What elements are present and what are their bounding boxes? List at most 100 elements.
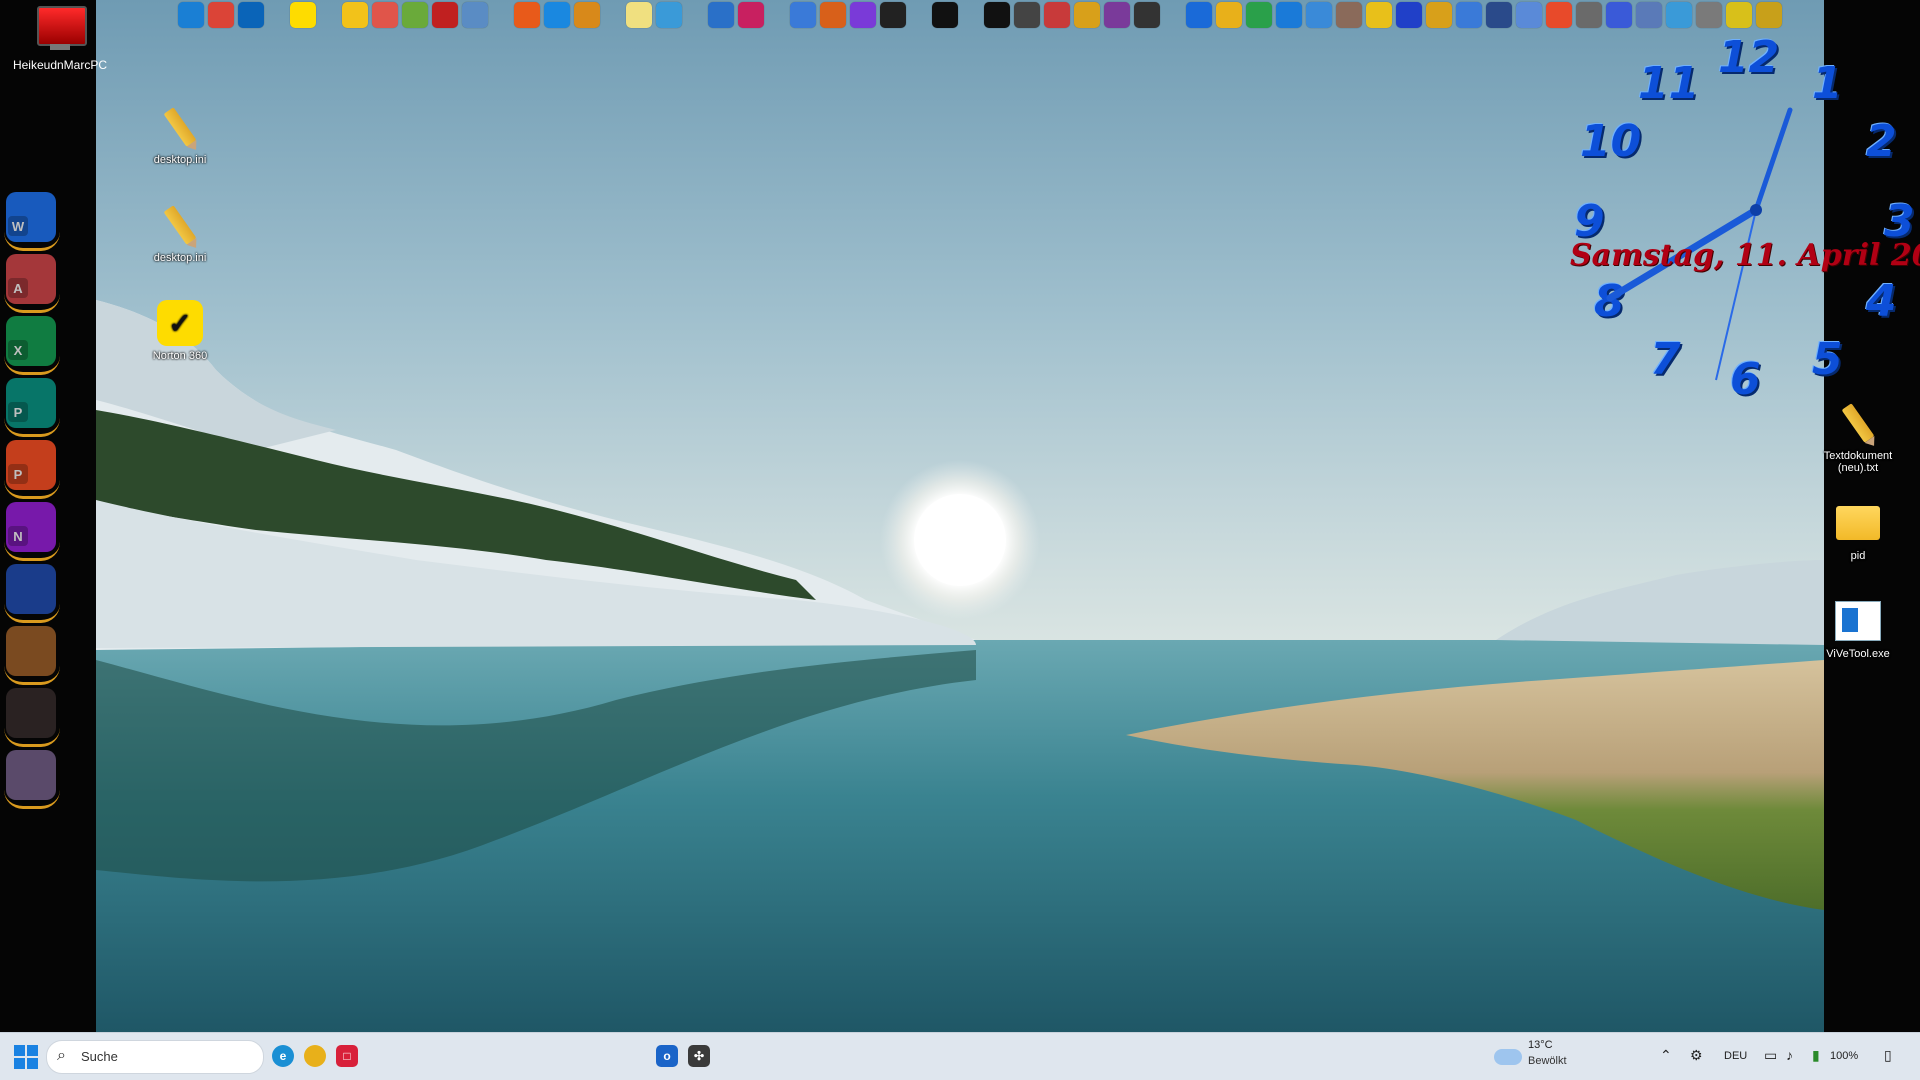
launcher-app-icon-9-3[interactable] bbox=[1276, 2, 1302, 28]
toolbar-group-gap bbox=[684, 2, 706, 32]
app-red-icon[interactable]: □ bbox=[336, 1045, 358, 1067]
launcher-app-icon-9-11[interactable] bbox=[1516, 2, 1542, 28]
launcher-app-icon-9-9[interactable] bbox=[1456, 2, 1482, 28]
launcher-app-icon-6-2[interactable] bbox=[850, 2, 876, 28]
launcher-app-icon-9-17[interactable] bbox=[1696, 2, 1722, 28]
folder-icon bbox=[1836, 506, 1880, 540]
launcher-app-icon-0-1[interactable] bbox=[208, 2, 234, 28]
notepad-pencil-icon bbox=[163, 205, 197, 245]
desktop-icon-vivetool[interactable]: ViVeTool.exe bbox=[1816, 598, 1900, 660]
launcher-app-icon-7-0[interactable] bbox=[932, 2, 958, 28]
toolbar-group-gap bbox=[960, 2, 982, 32]
battery-icon[interactable]: ▮ bbox=[1812, 1047, 1820, 1064]
monitor-icon bbox=[37, 6, 87, 46]
launcher-app-icon-8-4[interactable] bbox=[1104, 2, 1130, 28]
notepad-pencil-icon bbox=[1841, 403, 1875, 443]
desktop-icon-textdokument[interactable]: Textdokument (neu).txt bbox=[1816, 400, 1900, 474]
edge-icon[interactable]: e bbox=[272, 1045, 294, 1067]
launcher-app-icon-8-2[interactable] bbox=[1044, 2, 1070, 28]
cluster-app-icon[interactable]: ✣ bbox=[688, 1045, 710, 1067]
launcher-app-icon-9-4[interactable] bbox=[1306, 2, 1332, 28]
settings-icon[interactable]: ⚙ bbox=[1690, 1047, 1703, 1064]
search-placeholder: Suche bbox=[81, 1049, 118, 1064]
desktop-icon-label: pid bbox=[1850, 550, 1866, 562]
cloud-icon bbox=[1494, 1049, 1522, 1065]
launcher-app-icon-3-2[interactable] bbox=[574, 2, 600, 28]
desktop-screen: HeikeudnMarcPC WAXPPN desktop.ini deskto… bbox=[0, 0, 1920, 1080]
launcher-app-icon-2-0[interactable] bbox=[342, 2, 368, 28]
launcher-app-icon-9-0[interactable] bbox=[1186, 2, 1212, 28]
launcher-app-icon-9-16[interactable] bbox=[1666, 2, 1692, 28]
launcher-app-icon-8-3[interactable] bbox=[1074, 2, 1100, 28]
toolbar-group-gap bbox=[766, 2, 788, 32]
launcher-app-icon-9-6[interactable] bbox=[1366, 2, 1392, 28]
chevron-up-icon[interactable]: ⌃ bbox=[1660, 1047, 1672, 1064]
launcher-app-icon-8-1[interactable] bbox=[1014, 2, 1040, 28]
wallpaper-landscape bbox=[96, 300, 1824, 1032]
launcher-app-icon-6-0[interactable] bbox=[790, 2, 816, 28]
launcher-app-icon-8-0[interactable] bbox=[984, 2, 1010, 28]
desktop-icon-label: ViVeTool.exe bbox=[1826, 648, 1890, 660]
language-indicator[interactable]: DEU bbox=[1724, 1050, 1747, 1062]
launcher-app-icon-9-8[interactable] bbox=[1426, 2, 1452, 28]
notification-icon[interactable]: ▯ bbox=[1884, 1047, 1892, 1064]
launcher-app-icon-9-18[interactable] bbox=[1726, 2, 1752, 28]
desktop-icon-label: desktop.ini bbox=[153, 252, 207, 264]
toolbar-group-gap bbox=[490, 2, 512, 32]
clock-number-4: 4 bbox=[1866, 276, 1897, 327]
outlook-icon[interactable]: o bbox=[656, 1045, 678, 1067]
launcher-app-icon-9-13[interactable] bbox=[1576, 2, 1602, 28]
toolbar-group-gap bbox=[318, 2, 340, 32]
top-launcher-toolbar bbox=[176, 2, 1784, 32]
wallpaper bbox=[96, 0, 1824, 1032]
start-button[interactable] bbox=[14, 1045, 38, 1069]
search-icon: ⌕ bbox=[57, 1047, 66, 1064]
display-icon[interactable]: ▭ bbox=[1764, 1047, 1777, 1064]
search-input[interactable]: ⌕ Suche bbox=[46, 1040, 264, 1074]
clock-number-1: 1 bbox=[1812, 58, 1843, 109]
launcher-app-icon-9-19[interactable] bbox=[1756, 2, 1782, 28]
launcher-app-icon-0-0[interactable] bbox=[178, 2, 204, 28]
desktop-icon-pid-folder[interactable]: pid bbox=[1816, 500, 1900, 562]
launcher-app-icon-4-1[interactable] bbox=[656, 2, 682, 28]
launcher-app-icon-9-12[interactable] bbox=[1546, 2, 1572, 28]
launcher-app-icon-6-3[interactable] bbox=[880, 2, 906, 28]
norton-icon: ✓ bbox=[157, 300, 203, 346]
toolbar-group-gap bbox=[908, 2, 930, 32]
notepad-pencil-icon bbox=[163, 107, 197, 147]
launcher-app-icon-0-2[interactable] bbox=[238, 2, 264, 28]
launcher-app-icon-9-2[interactable] bbox=[1246, 2, 1272, 28]
launcher-app-icon-1-0[interactable] bbox=[290, 2, 316, 28]
battery-percent: 100% bbox=[1830, 1050, 1859, 1062]
toolbar-group-gap bbox=[602, 2, 624, 32]
launcher-app-icon-9-1[interactable] bbox=[1216, 2, 1242, 28]
desktop-icon-desktop-ini-1[interactable]: desktop.ini bbox=[138, 104, 222, 166]
launcher-app-icon-3-1[interactable] bbox=[544, 2, 570, 28]
desktop-icon-norton-360[interactable]: ✓ Norton 360 bbox=[138, 300, 222, 362]
monitor-stand bbox=[50, 44, 70, 50]
clock-number-5: 5 bbox=[1812, 334, 1843, 385]
taskbar: ⌕ Suche e □ o ✣ 13°C Bewölkt ⌃ ⚙ DEU ▭ ♪… bbox=[0, 1032, 1920, 1080]
this-pc-label: HeikeudnMarcPC bbox=[12, 58, 108, 72]
desktop-icon-label: Norton 360 bbox=[152, 350, 208, 362]
launcher-app-icon-2-2[interactable] bbox=[402, 2, 428, 28]
launcher-app-icon-2-1[interactable] bbox=[372, 2, 398, 28]
launcher-app-icon-8-5[interactable] bbox=[1134, 2, 1160, 28]
launcher-app-icon-2-3[interactable] bbox=[432, 2, 458, 28]
launcher-app-icon-9-5[interactable] bbox=[1336, 2, 1362, 28]
desktop-icon-desktop-ini-2[interactable]: desktop.ini bbox=[138, 202, 222, 264]
launcher-app-icon-6-1[interactable] bbox=[820, 2, 846, 28]
launcher-app-icon-5-1[interactable] bbox=[738, 2, 764, 28]
launcher-app-icon-9-7[interactable] bbox=[1396, 2, 1422, 28]
launcher-app-icon-9-10[interactable] bbox=[1486, 2, 1512, 28]
launcher-app-icon-5-0[interactable] bbox=[708, 2, 734, 28]
launcher-app-icon-2-4[interactable] bbox=[462, 2, 488, 28]
launcher-app-icon-9-15[interactable] bbox=[1636, 2, 1662, 28]
launcher-app-icon-9-14[interactable] bbox=[1606, 2, 1632, 28]
speaker-icon[interactable]: ♪ bbox=[1786, 1047, 1793, 1063]
clock-number-12: 12 bbox=[1718, 32, 1780, 83]
launcher-app-icon-3-0[interactable] bbox=[514, 2, 540, 28]
chrome-icon[interactable] bbox=[304, 1045, 326, 1067]
launcher-app-icon-4-0[interactable] bbox=[626, 2, 652, 28]
weather-condition: Bewölkt bbox=[1528, 1055, 1567, 1067]
